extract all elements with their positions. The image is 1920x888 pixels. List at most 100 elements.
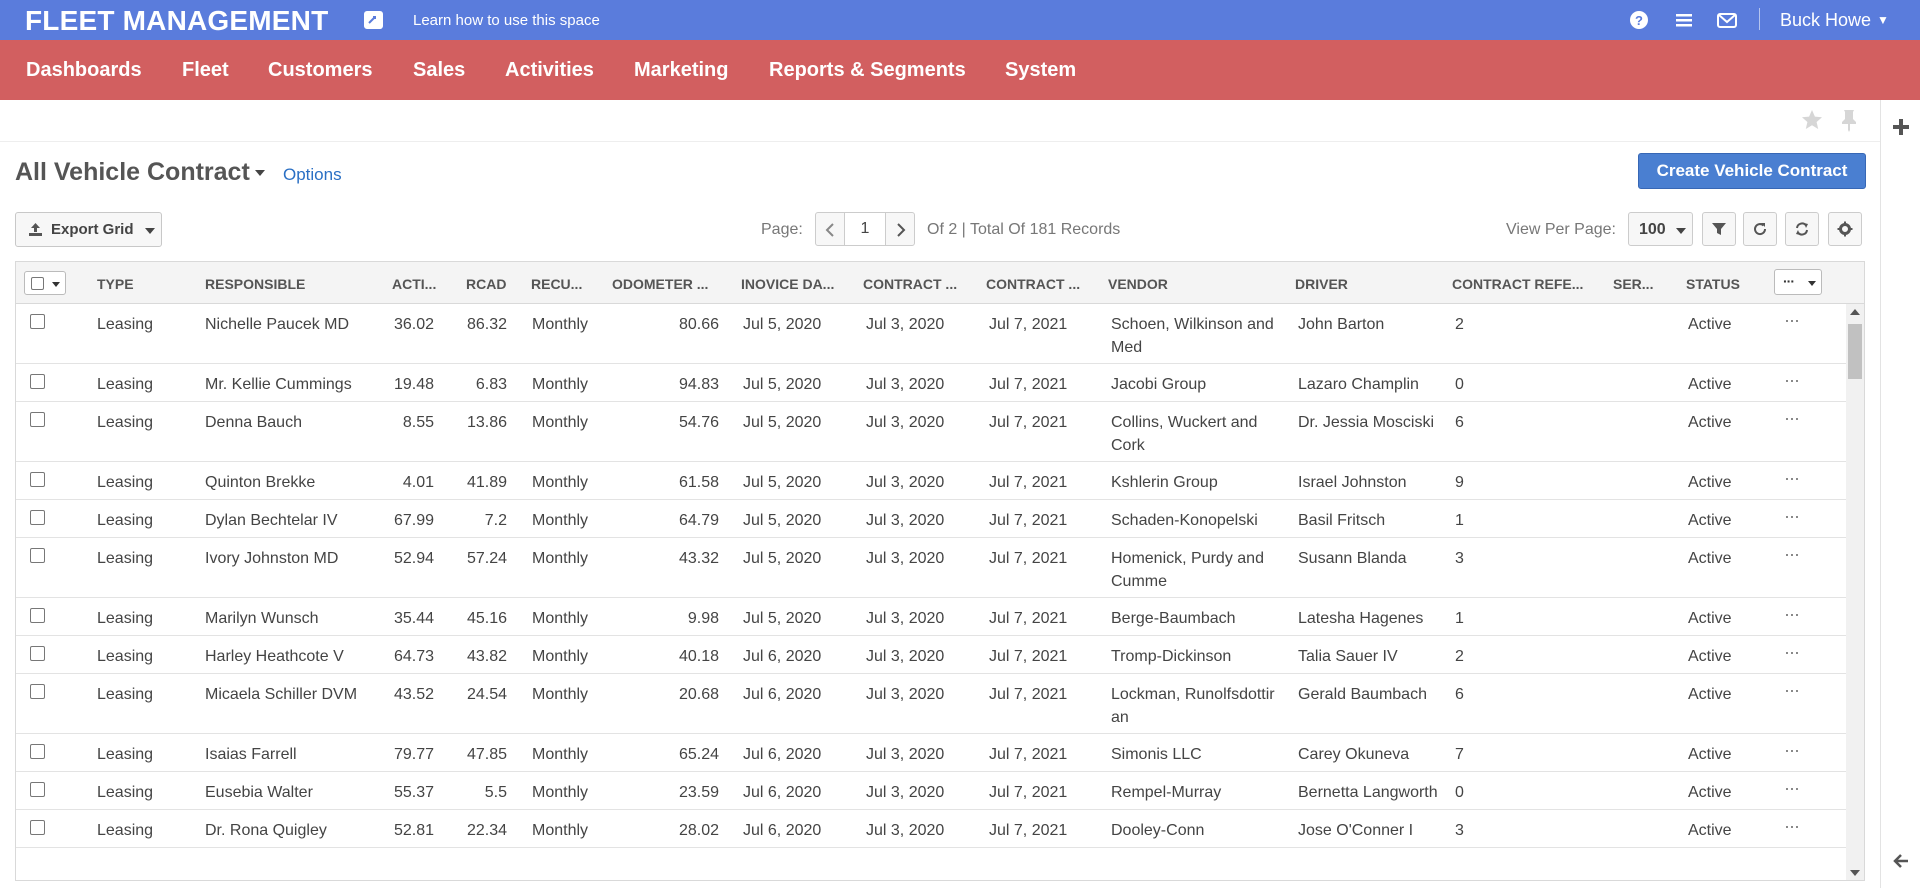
cell-contract-start: Jul 3, 2020 bbox=[866, 474, 945, 491]
next-page-button[interactable] bbox=[885, 212, 915, 246]
row-checkbox[interactable] bbox=[30, 782, 45, 797]
cell-recu: Monthly bbox=[532, 746, 589, 763]
table-row[interactable]: Leasing Mr. Kellie Cummings 19.48 6.83 Month… bbox=[16, 364, 1846, 402]
col-header-acti[interactable]: ACTI... bbox=[392, 276, 436, 292]
export-grid-button[interactable]: Export Grid bbox=[15, 212, 162, 247]
refresh-button[interactable] bbox=[1743, 212, 1777, 246]
col-header-rcad[interactable]: RCAD bbox=[466, 276, 506, 292]
nav-system[interactable]: System bbox=[1005, 59, 1076, 82]
col-header-driver[interactable]: DRIVER bbox=[1295, 276, 1348, 292]
row-checkbox[interactable] bbox=[30, 472, 45, 487]
row-checkbox[interactable] bbox=[30, 374, 45, 389]
row-checkbox[interactable] bbox=[30, 548, 45, 563]
cell-contract-end: Jul 7, 2021 bbox=[989, 512, 1068, 529]
reset-button[interactable] bbox=[1785, 212, 1819, 246]
nav-customers[interactable]: Customers bbox=[268, 59, 372, 82]
edit-space-icon[interactable] bbox=[364, 11, 383, 29]
row-actions-icon[interactable]: ··· bbox=[1784, 310, 1800, 331]
col-header-odometer[interactable]: ODOMETER ... bbox=[612, 276, 708, 292]
cell-contract-end: Jul 7, 2021 bbox=[989, 474, 1068, 491]
star-icon[interactable] bbox=[1800, 108, 1824, 132]
help-icon[interactable]: ? bbox=[1629, 10, 1649, 30]
prev-page-button[interactable] bbox=[815, 212, 845, 246]
row-actions-icon[interactable]: ··· bbox=[1784, 604, 1800, 625]
app-brand[interactable]: FLEET MANAGEMENT bbox=[25, 5, 328, 37]
scroll-thumb[interactable] bbox=[1848, 324, 1862, 379]
plus-icon[interactable] bbox=[1892, 118, 1910, 136]
row-actions-icon[interactable]: ··· bbox=[1784, 778, 1800, 799]
row-actions-icon[interactable]: ··· bbox=[1784, 740, 1800, 761]
nav-sales[interactable]: Sales bbox=[413, 59, 465, 82]
cell-odometer: 64.79 bbox=[678, 512, 719, 529]
nav-activities[interactable]: Activities bbox=[505, 59, 594, 82]
page-title[interactable]: All Vehicle Contract bbox=[15, 158, 250, 187]
nav-marketing[interactable]: Marketing bbox=[634, 59, 728, 82]
row-checkbox[interactable] bbox=[30, 412, 45, 427]
select-all-checkbox[interactable] bbox=[31, 277, 44, 290]
table-row[interactable]: Leasing Denna Bauch 8.55 13.86 Monthly 54.76 J… bbox=[16, 402, 1846, 462]
row-actions-icon[interactable]: ··· bbox=[1784, 370, 1800, 391]
cell-recu: Monthly bbox=[532, 784, 589, 801]
row-checkbox[interactable] bbox=[30, 820, 45, 835]
options-link[interactable]: Options bbox=[283, 165, 342, 185]
scroll-down-icon[interactable] bbox=[1850, 870, 1860, 876]
col-header-recu[interactable]: RECU... bbox=[531, 276, 582, 292]
cell-contract-start: Jul 3, 2020 bbox=[866, 414, 945, 431]
table-row[interactable]: Leasing Marilyn Wunsch 35.44 45.16 Monthly 9.… bbox=[16, 598, 1846, 636]
col-header-contract-start[interactable]: CONTRACT ... bbox=[863, 276, 957, 292]
filter-button[interactable] bbox=[1702, 212, 1736, 246]
row-checkbox[interactable] bbox=[30, 744, 45, 759]
table-row[interactable]: Leasing Dr. Rona Quigley 52.81 22.34 Monthly… bbox=[16, 810, 1846, 848]
table-row[interactable]: Leasing Eusebia Walter 55.37 5.5 Monthly 23.5… bbox=[16, 772, 1846, 810]
col-header-status[interactable]: STATUS bbox=[1686, 276, 1740, 292]
settings-button[interactable] bbox=[1828, 212, 1862, 246]
pin-icon[interactable] bbox=[1838, 108, 1860, 132]
row-checkbox[interactable] bbox=[30, 684, 45, 699]
col-header-type[interactable]: TYPE bbox=[97, 276, 134, 292]
scroll-up-icon[interactable] bbox=[1850, 309, 1860, 315]
col-header-contract-ref[interactable]: CONTRACT REFE... bbox=[1452, 276, 1583, 292]
column-menu-button[interactable]: ··· bbox=[1774, 269, 1822, 295]
nav-fleet[interactable]: Fleet bbox=[182, 59, 229, 82]
nav-reports-segments[interactable]: Reports & Segments bbox=[769, 59, 966, 82]
select-all-dropdown[interactable] bbox=[24, 271, 66, 295]
row-checkbox[interactable] bbox=[30, 314, 45, 329]
col-header-ser[interactable]: SER... bbox=[1613, 276, 1653, 292]
col-header-responsible[interactable]: RESPONSIBLE bbox=[205, 276, 305, 292]
table-row[interactable]: Leasing Nichelle Paucek MD 36.02 86.32 Month… bbox=[16, 304, 1846, 364]
row-actions-icon[interactable]: ··· bbox=[1784, 816, 1800, 837]
col-header-invoice-date[interactable]: INOVICE DA... bbox=[741, 276, 834, 292]
row-actions-icon[interactable]: ··· bbox=[1784, 408, 1800, 429]
row-actions-icon[interactable]: ··· bbox=[1784, 680, 1800, 701]
page-number-input[interactable] bbox=[844, 212, 886, 246]
view-per-page-select[interactable]: 100 bbox=[1628, 212, 1693, 246]
table-row[interactable]: Leasing Quinton Brekke 4.01 41.89 Monthly 61.… bbox=[16, 462, 1846, 500]
row-actions-icon[interactable]: ··· bbox=[1784, 506, 1800, 527]
create-vehicle-contract-button[interactable]: Create Vehicle Contract bbox=[1638, 153, 1866, 189]
table-row[interactable]: Leasing Micaela Schiller DVM 43.52 24.54 Mon… bbox=[16, 674, 1846, 734]
learn-link[interactable]: Learn how to use this space bbox=[413, 12, 600, 29]
row-actions-icon[interactable]: ··· bbox=[1784, 642, 1800, 663]
row-checkbox[interactable] bbox=[30, 608, 45, 623]
grid-scrollbar[interactable] bbox=[1846, 304, 1864, 880]
col-header-vendor[interactable]: VENDOR bbox=[1108, 276, 1168, 292]
gear-icon bbox=[1837, 221, 1853, 237]
table-row[interactable]: Leasing Harley Heathcote V 64.73 43.82 Month… bbox=[16, 636, 1846, 674]
row-checkbox[interactable] bbox=[30, 510, 45, 525]
nav-dashboards[interactable]: Dashboards bbox=[26, 59, 142, 82]
row-checkbox[interactable] bbox=[30, 646, 45, 661]
menu-icon[interactable] bbox=[1674, 10, 1694, 30]
row-actions-icon[interactable]: ··· bbox=[1784, 544, 1800, 565]
table-row[interactable]: Leasing Dylan Bechtelar IV 67.99 7.2 Monthly… bbox=[16, 500, 1846, 538]
table-row[interactable]: Leasing Ivory Johnston MD 52.94 57.24 Monthl… bbox=[16, 538, 1846, 598]
right-rail bbox=[1880, 100, 1920, 888]
col-header-contract-end[interactable]: CONTRACT ... bbox=[986, 276, 1080, 292]
title-chevron-down-icon[interactable] bbox=[255, 170, 265, 176]
cell-recu: Monthly bbox=[532, 686, 589, 703]
table-row[interactable]: Leasing Isaias Farrell 79.77 47.85 Monthly 65… bbox=[16, 734, 1846, 772]
row-actions-icon[interactable]: ··· bbox=[1784, 468, 1800, 489]
arrow-left-icon[interactable] bbox=[1892, 852, 1910, 870]
mail-icon[interactable] bbox=[1716, 10, 1737, 30]
user-menu[interactable]: Buck Howe ▼ bbox=[1780, 10, 1889, 31]
cell-recu: Monthly bbox=[532, 414, 589, 431]
